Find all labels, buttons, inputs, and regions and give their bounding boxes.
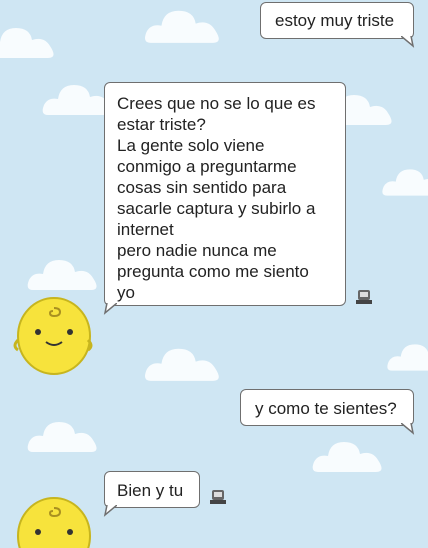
message-text: Bien y tu (117, 481, 184, 500)
message-text: Crees que no se lo que es estar triste? … (117, 94, 316, 302)
cloud-icon (145, 10, 219, 43)
cloud-icon (27, 260, 97, 290)
message-text: y como te sientes? (255, 399, 397, 418)
user-message-bubble: estoy muy triste (260, 2, 415, 48)
message-text: estoy muy triste (275, 11, 395, 30)
report-flag-icon[interactable] (209, 488, 227, 506)
cloud-icon (145, 348, 219, 381)
bubble-tail (401, 36, 415, 48)
bubble-tail (401, 423, 415, 435)
simsimi-avatar-icon (17, 497, 91, 548)
bubble-tail (103, 505, 117, 517)
cloud-icon (0, 28, 54, 58)
cloud-icon (27, 422, 97, 452)
user-message-bubble: y como te sientes? (240, 389, 415, 435)
cloud-icon (312, 442, 382, 472)
bubble-tail (103, 303, 117, 315)
cloud-icon (387, 344, 428, 371)
report-flag-icon[interactable] (355, 288, 373, 306)
cloud-icon (382, 169, 428, 196)
bot-message-bubble: Crees que no se lo que es estar triste? … (103, 82, 346, 315)
simsimi-avatar-icon (13, 297, 93, 375)
bot-message-bubble: Bien y tu (103, 471, 200, 517)
